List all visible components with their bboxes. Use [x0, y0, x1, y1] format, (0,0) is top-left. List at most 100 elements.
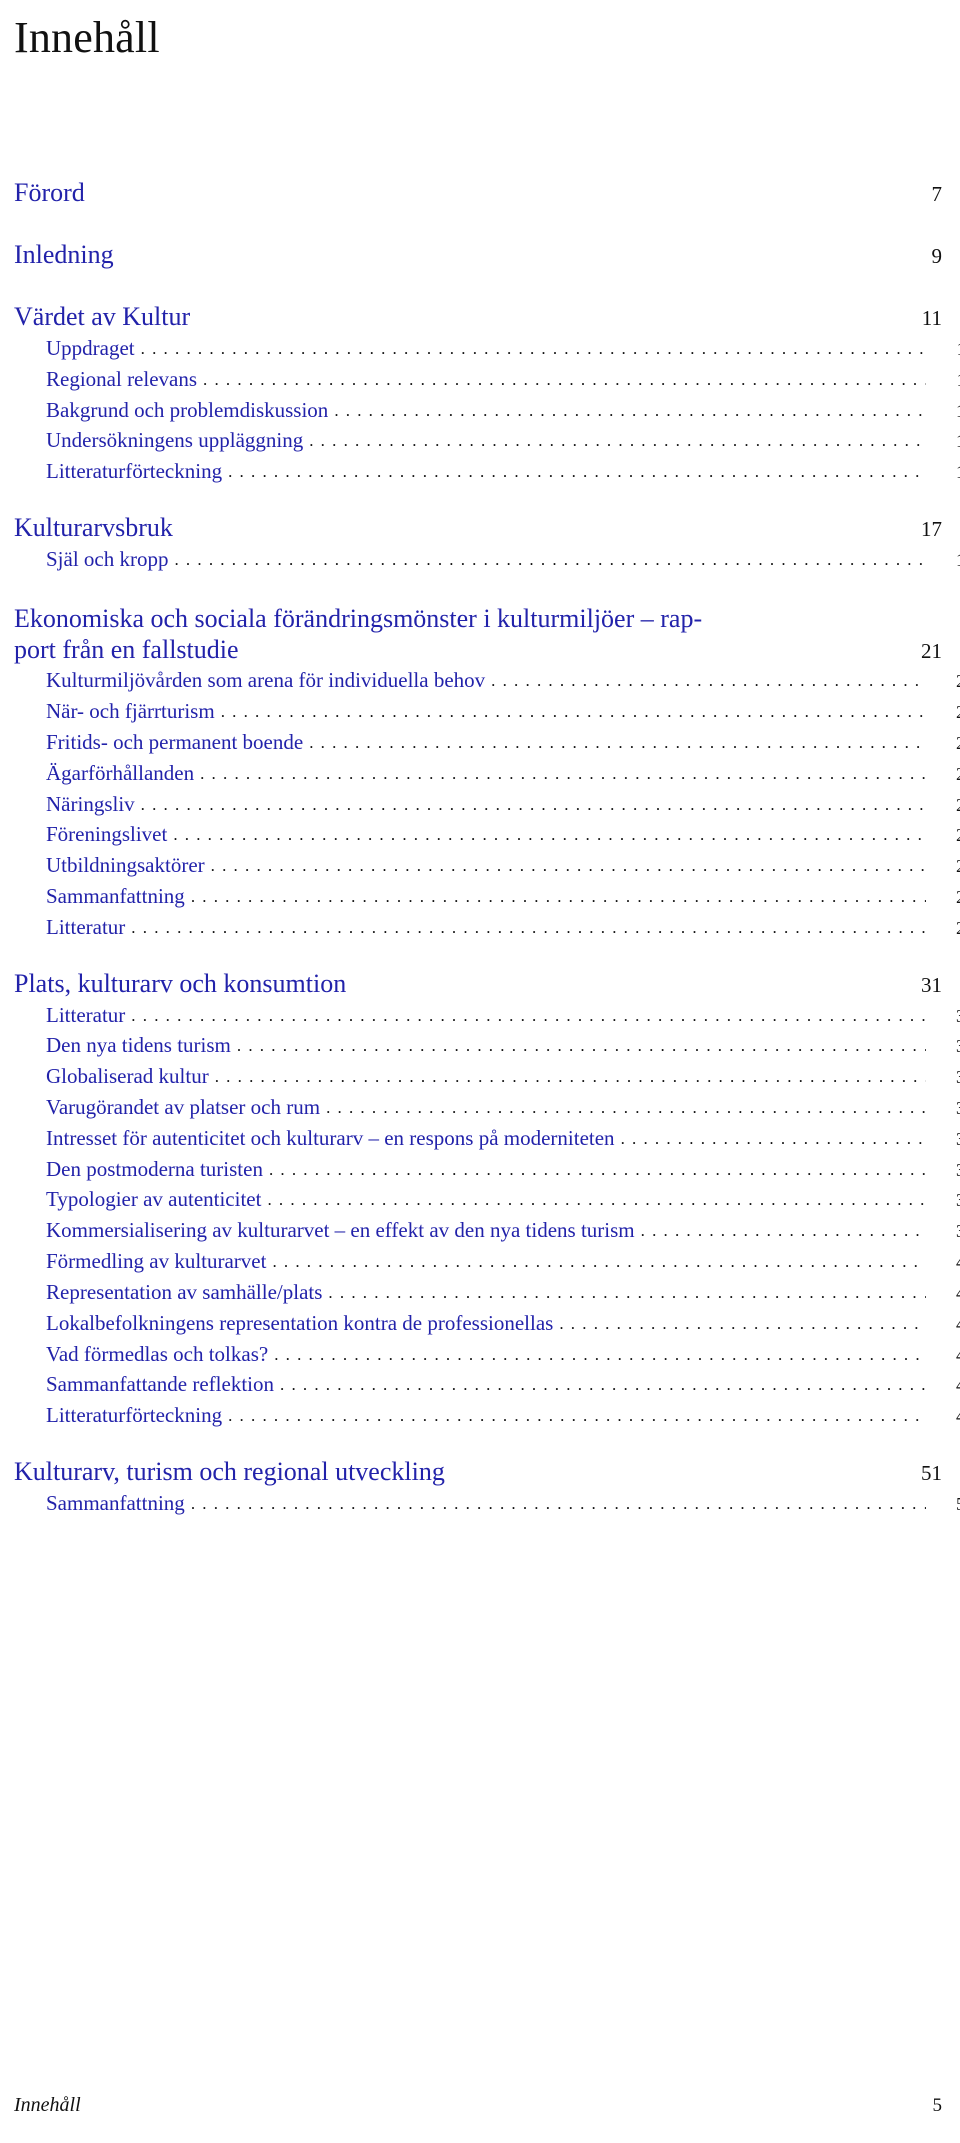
toc-entry-page-number: 47	[932, 1404, 960, 1430]
toc-entry-label: Själ och kropp	[46, 547, 169, 572]
toc-entry-section-kulturarv-turism-och-regional-utveckling[interactable]: Kulturarv, turism och regional utvecklin…	[14, 1457, 942, 1487]
toc-entry-section-plats-kulturarv-och-konsumtion[interactable]: Plats, kulturarv och konsumtion.........…	[14, 969, 942, 999]
toc-entry-sub-sammanfattande-reflektion[interactable]: Sammanfattande reflektion...............…	[46, 1370, 960, 1400]
toc-entry-sub-undersokningens-upplaggning[interactable]: Undersökningens uppläggning.............…	[46, 426, 960, 456]
toc-entry-sub-vad-formedlas-och-tolkas[interactable]: Vad förmedlas och tolkas?...............…	[46, 1340, 960, 1370]
toc-entry-sub-intresset-for-autenticitet-och-kulturarv-en-resp[interactable]: Intresset för autenticitet och kulturarv…	[46, 1124, 960, 1154]
toc-entry-sub-bakgrund-och-problemdiskussion[interactable]: Bakgrund och problemdiskussion..........…	[46, 396, 960, 426]
toc-group-front-matter: Förord..................................…	[14, 178, 942, 270]
toc-entry-page-number: 44	[932, 1312, 960, 1338]
toc-leader-dots: ........................................…	[559, 1314, 926, 1332]
toc-leader-dots: ........................................…	[228, 463, 926, 481]
toc-entry-label: Representation av samhälle/plats	[46, 1279, 323, 1304]
toc-entry-sub-utbildningsaktorer[interactable]: Utbildningsaktörer......................…	[46, 851, 960, 881]
toc-entry-page-number: 11	[932, 337, 960, 363]
toc-entry-sub-sammanfattning[interactable]: Sammanfattning..........................…	[46, 882, 960, 912]
toc-entry-sub-agarforhallanden[interactable]: Ägarförhållanden........................…	[46, 759, 960, 789]
toc-entry-sub-kulturmiljovarden-som-arena-for-individuella-beh[interactable]: Kulturmiljövården som arena för individu…	[46, 666, 960, 696]
toc-leader-dots: ........................................…	[309, 733, 926, 751]
toc-entry-page-number: 39	[932, 1219, 960, 1245]
toc-group-kulturarv-turism-regional: Kulturarv, turism och regional utvecklin…	[14, 1457, 960, 1519]
toc-entry-page-number: 21	[921, 639, 942, 664]
toc-leader-dots: ........................................…	[190, 887, 926, 905]
toc-entry-label: Värdet av Kultur	[14, 302, 191, 331]
toc-entry-section-inledning[interactable]: Inledning...............................…	[14, 240, 942, 270]
toc-entry-label: Sammanfattande reflektion	[46, 1372, 274, 1397]
toc-entry-label: Regional relevans	[46, 366, 198, 391]
toc-entry-sub-representation-av-samhalle-plats[interactable]: Representation av samhälle/plats........…	[46, 1278, 960, 1308]
toc-entry-sub-lokalbefolkningens-representation-kontra-de-prof[interactable]: Lokalbefolkningens representation kontra…	[46, 1309, 960, 1339]
toc-entry-page-number: 25	[932, 731, 960, 757]
toc-entry-label: Vad förmedlas och tolkas?	[46, 1341, 269, 1366]
toc-entry-section-vardet-av-kultur[interactable]: Värdet av Kultur........................…	[14, 302, 942, 332]
toc-entry-page-number: 23	[932, 669, 960, 695]
toc-entry-sub-varugorandet-av-platser-och-rum[interactable]: Varugörandet av platser och rum.........…	[46, 1093, 960, 1123]
toc-entry-section-forord[interactable]: Förord..................................…	[14, 178, 942, 208]
toc-leader-dots: ........................................…	[326, 1099, 926, 1116]
toc-leader-dots: ........................................…	[267, 1191, 926, 1209]
toc-group-plats-kulturarv-konsumtion: Plats, kulturarv och konsumtion.........…	[14, 969, 960, 1431]
toc-entry-sub-naringsliv[interactable]: Näringsliv..............................…	[46, 790, 960, 820]
toc-entry-page-number: 31	[921, 972, 942, 997]
toc-page: Innehåll Förord.........................…	[0, 0, 960, 2143]
toc-entry-label: Kulturmiljövården som arena för individu…	[46, 668, 486, 693]
toc-entry-label: Ägarförhållanden	[46, 760, 195, 785]
toc-entry-sub-den-nya-tidens-turism[interactable]: Den nya tidens turism...................…	[46, 1031, 960, 1061]
toc-entry-sub-uppdraget[interactable]: Uppdraget...............................…	[46, 334, 960, 364]
page-title: Innehåll	[14, 13, 160, 62]
toc-entry-label: Inledning	[14, 240, 114, 269]
toc-leader-dots: ........................................…	[228, 1407, 926, 1425]
toc-entry-sub-nar-och-fjarrturism[interactable]: När- och fjärrturism....................…	[46, 697, 960, 727]
toc-entry-page-number: 12	[932, 399, 960, 425]
footer-page-number: 5	[932, 2095, 943, 2116]
toc-entry-sub-formedling-av-kulturarvet[interactable]: Förmedling av kulturarvet...............…	[46, 1247, 960, 1277]
toc-entry-page-number: 11	[921, 306, 942, 330]
page-footer: Innehåll 5	[14, 2094, 942, 2117]
toc-leader-dots: ........................................…	[140, 340, 926, 357]
toc-entry-page-number: 29	[932, 916, 960, 942]
toc-entry-sub-sjal-och-kropp[interactable]: Själ och kropp..........................…	[46, 545, 960, 575]
toc-entry-label: Sammanfattning	[46, 883, 185, 908]
toc-entry-label: Kulturarv, turism och regional utvecklin…	[14, 1456, 445, 1486]
toc-entry-page-number: 46	[932, 1373, 960, 1399]
toc-entry-page-number: 37	[932, 1158, 960, 1184]
toc-entry-sub-sammanfattning[interactable]: Sammanfattning..........................…	[46, 1489, 960, 1519]
toc-entry-label: Kommersialisering av kulturarvet – en ef…	[46, 1218, 635, 1243]
toc-entry-label: Litteratur	[46, 1002, 126, 1027]
toc-leader-dots: ........................................…	[214, 1068, 926, 1086]
toc-entry-sub-litteraturforteckning[interactable]: Litteraturförteckning...................…	[46, 1401, 960, 1431]
toc-leader-dots: ........................................…	[131, 918, 926, 936]
toc-entry-page-number: 24	[932, 700, 960, 726]
toc-entry-sub-fritids-och-permanent-boende[interactable]: Fritids- och permanent boende...........…	[46, 728, 960, 758]
toc-entry-label: Uppdraget	[46, 336, 135, 360]
toc-entry-label: Typologier av autenticitet	[46, 1187, 262, 1212]
toc-entry-sub-kommersialisering-av-kulturarvet-en-effekt-av-de[interactable]: Kommersialisering av kulturarvet – en ef…	[46, 1216, 960, 1246]
toc-leader-dots: ........................................…	[491, 672, 926, 690]
toc-leader-dots: ........................................…	[328, 1283, 926, 1301]
toc-entry-page-number: 51	[932, 1492, 960, 1518]
toc-entry-sub-litteratur[interactable]: Litteratur..............................…	[46, 1001, 960, 1031]
toc-entry-label: Näringsliv	[46, 791, 135, 816]
toc-entry-label: Kulturarvsbruk	[14, 513, 173, 543]
toc-entry-page-number: 17	[921, 517, 942, 542]
toc-entry-page-number: 27	[932, 823, 960, 849]
toc-entry-sub-den-postmoderna-turisten[interactable]: Den postmoderna turisten................…	[46, 1155, 960, 1185]
toc-entry-line2: port från en fallstudie 21	[14, 634, 942, 665]
toc-entry-sub-typologier-av-autenticitet[interactable]: Typologier av autenticitet..............…	[46, 1185, 960, 1215]
toc-entry-label: Bakgrund och problemdiskussion	[46, 397, 329, 422]
toc-entry-heading-wrapped[interactable]: Ekonomiska och sociala förändringsmönste…	[14, 603, 942, 665]
toc-leader-dots: ........................................…	[309, 432, 926, 450]
toc-entry-page-number: 31	[932, 1034, 960, 1060]
toc-entry-sub-regional-relevans[interactable]: Regional relevans.......................…	[46, 365, 960, 395]
toc-entry-label: Utbildningsaktörer	[46, 853, 205, 878]
toc-entry-sub-foreningslivet[interactable]: Föreningslivet..........................…	[46, 820, 960, 850]
toc-leader-dots: ........................................…	[203, 370, 926, 388]
toc-entry-sub-litteraturforteckning[interactable]: Litteraturförteckning...................…	[46, 457, 960, 487]
toc-entry-label: Lokalbefolkningens representation kontra…	[46, 1310, 554, 1335]
toc-entry-label: Den nya tidens turism	[46, 1033, 231, 1058]
toc-entry-sub-litteratur[interactable]: Litteratur..............................…	[46, 913, 960, 943]
toc-entry-page-number: 25	[932, 762, 960, 788]
toc-entry-section-kulturarvsbruk[interactable]: Kulturarvsbruk..........................…	[14, 513, 942, 543]
toc-leader-dots: ........................................…	[620, 1129, 926, 1147]
toc-entry-sub-globaliserad-kultur[interactable]: Globaliserad kultur.....................…	[46, 1062, 960, 1092]
